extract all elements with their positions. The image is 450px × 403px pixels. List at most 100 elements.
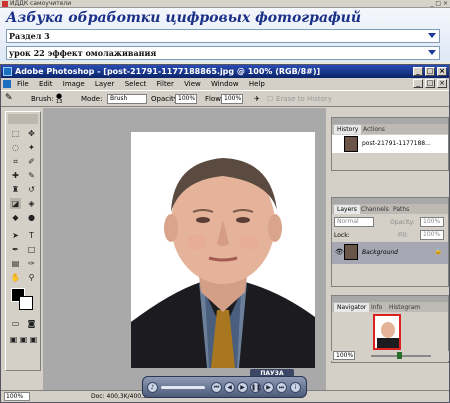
section-select[interactable]: Раздел 3: [6, 29, 440, 43]
tab-info[interactable]: Info: [368, 303, 385, 312]
menu-filter[interactable]: Filter: [153, 78, 178, 90]
history-tabs: History Actions: [332, 124, 448, 134]
marquee-tool-icon[interactable]: ⬚: [10, 128, 21, 139]
opacity-field[interactable]: 100%: [175, 94, 197, 104]
first-icon[interactable]: ⏮: [211, 382, 222, 393]
slice-tool-icon[interactable]: ✐: [26, 156, 37, 167]
menu-window[interactable]: Window: [207, 78, 243, 90]
tab-paths[interactable]: Paths: [390, 205, 412, 214]
zoom-tool-icon[interactable]: ⚲: [26, 272, 37, 283]
healing-brush-tool-icon[interactable]: ✚: [10, 170, 21, 181]
fill-field[interactable]: 100%: [420, 230, 444, 240]
background-color-swatch[interactable]: [19, 296, 33, 310]
minimize-button[interactable]: _: [413, 67, 423, 76]
layer-thumbnail: [344, 244, 358, 260]
media-player-bar: ♪ ⏮ ◀ ▶ ❚❚ ▶ ⏭ i: [142, 376, 307, 398]
photoshop-logo-icon: [3, 67, 12, 76]
airbrush-icon[interactable]: ✈: [254, 95, 260, 103]
layer-row-background[interactable]: 👁 Background 🔒: [332, 242, 448, 264]
menu-file[interactable]: File: [13, 78, 33, 90]
menu-image[interactable]: Image: [59, 78, 89, 90]
menu-select[interactable]: Select: [121, 78, 151, 90]
navigator-zoom-field[interactable]: 100%: [333, 351, 355, 360]
fill-label: Fill:: [398, 232, 409, 239]
document-photo[interactable]: [131, 132, 315, 368]
standard-mode-icon[interactable]: ▭: [10, 318, 21, 329]
eyedropper-tool-icon[interactable]: ✑: [26, 258, 37, 269]
navigator-thumb-face: [381, 322, 395, 338]
menu-layer[interactable]: Layer: [91, 78, 119, 90]
tab-histogram[interactable]: Histogram: [386, 303, 423, 312]
chevron-down-icon[interactable]: [428, 50, 436, 55]
mode-select[interactable]: Brush: [107, 94, 147, 104]
paint-bucket-tool-icon[interactable]: ◈: [26, 198, 37, 209]
close-button[interactable]: ×: [437, 67, 447, 76]
blur-tool-icon[interactable]: ◆: [10, 212, 21, 223]
eye-icon[interactable]: 👁: [335, 248, 344, 256]
progress-track[interactable]: [161, 386, 205, 389]
brush-tool-icon[interactable]: ✎: [26, 170, 37, 181]
eraser-tool-icon[interactable]: ✎: [5, 93, 13, 103]
tab-layers[interactable]: Layers: [334, 205, 360, 214]
hand-tool-icon[interactable]: ✋: [10, 272, 21, 283]
play-icon[interactable]: ▶: [237, 382, 248, 393]
notes-tool-icon[interactable]: ▤: [10, 258, 21, 269]
quick-mask-icon[interactable]: ◙: [26, 318, 37, 329]
tab-history[interactable]: History: [334, 125, 362, 134]
audio-icon[interactable]: ♪: [147, 382, 158, 393]
menu-edit[interactable]: Edit: [35, 78, 57, 90]
tab-channels[interactable]: Channels: [358, 205, 392, 214]
navigator-zoom-bar: 100%: [331, 351, 449, 361]
doc-restore-button[interactable]: □: [425, 79, 435, 88]
menu-view[interactable]: View: [180, 78, 205, 90]
section-select-value: Раздел 3: [9, 31, 50, 41]
last-icon[interactable]: ⏭: [276, 382, 287, 393]
outer-window-controls[interactable]: _ □ ×: [430, 0, 448, 8]
move-tool-icon[interactable]: ✥: [26, 128, 37, 139]
zoom-field[interactable]: 100%: [4, 392, 30, 401]
history-thumbnail: [344, 136, 358, 152]
outer-title-bar: ИДДК самоучители _ □ ×: [0, 0, 450, 8]
path-selection-tool-icon[interactable]: ➤: [10, 230, 21, 241]
photoshop-title: Adobe Photoshop - [post-21791-1177188865…: [15, 67, 321, 76]
pause-icon[interactable]: ❚❚: [250, 382, 261, 393]
blend-mode-select[interactable]: Normal: [334, 217, 374, 227]
navigator-slider-handle[interactable]: [397, 352, 402, 359]
chevron-down-icon[interactable]: [428, 33, 436, 38]
layer-opacity-label: Opacity:: [390, 219, 415, 226]
rewind-icon[interactable]: ◀: [224, 382, 235, 393]
mode-label: Mode:: [81, 95, 103, 103]
lasso-tool-icon[interactable]: ◌: [10, 142, 21, 153]
document-icon: [3, 80, 11, 88]
doc-close-button[interactable]: ×: [437, 79, 447, 88]
forward-icon[interactable]: ▶: [263, 382, 274, 393]
history-snapshot-row[interactable]: post-21791-1177188...: [332, 135, 448, 153]
eraser-tool-icon[interactable]: ◪: [10, 198, 21, 209]
magic-wand-tool-icon[interactable]: ✦: [26, 142, 37, 153]
erase-to-history-label: Erase to History: [276, 95, 332, 103]
flow-field[interactable]: 100%: [221, 94, 243, 104]
screen-mode-full-icon[interactable]: ▣: [28, 334, 39, 345]
doc-minimize-button[interactable]: _: [413, 79, 423, 88]
navigator-preview[interactable]: [373, 314, 401, 350]
info-icon[interactable]: i: [290, 382, 301, 393]
erase-to-history-checkbox[interactable]: ☐: [267, 95, 273, 103]
portrait-image: [131, 132, 315, 368]
layer-opacity-field[interactable]: 100%: [420, 217, 444, 227]
shape-tool-icon[interactable]: □: [26, 244, 37, 255]
pen-tool-icon[interactable]: ✒: [10, 244, 21, 255]
type-tool-icon[interactable]: T: [26, 230, 37, 241]
tab-actions[interactable]: Actions: [360, 125, 388, 134]
dodge-tool-icon[interactable]: ●: [26, 212, 37, 223]
toolbox-header: [8, 114, 38, 124]
tab-navigator[interactable]: Navigator: [334, 303, 370, 312]
toolbox: ⬚ ✥ ◌ ✦ ⌗ ✐ ✚ ✎ ♜ ↺ ◪ ◈ ◆ ● ➤ T ✒ □ ▤ ✑ …: [5, 111, 41, 371]
course-title: Азбука обработки цифровых фотографий: [6, 10, 362, 26]
layers-tabs: Layers Channels Paths: [332, 204, 448, 214]
maximize-button[interactable]: □: [425, 67, 435, 76]
lesson-select[interactable]: урок 22 эффект омолаживания: [6, 46, 440, 60]
menu-help[interactable]: Help: [245, 78, 269, 90]
crop-tool-icon[interactable]: ⌗: [10, 156, 21, 167]
history-brush-tool-icon[interactable]: ↺: [26, 184, 37, 195]
clone-stamp-tool-icon[interactable]: ♜: [10, 184, 21, 195]
